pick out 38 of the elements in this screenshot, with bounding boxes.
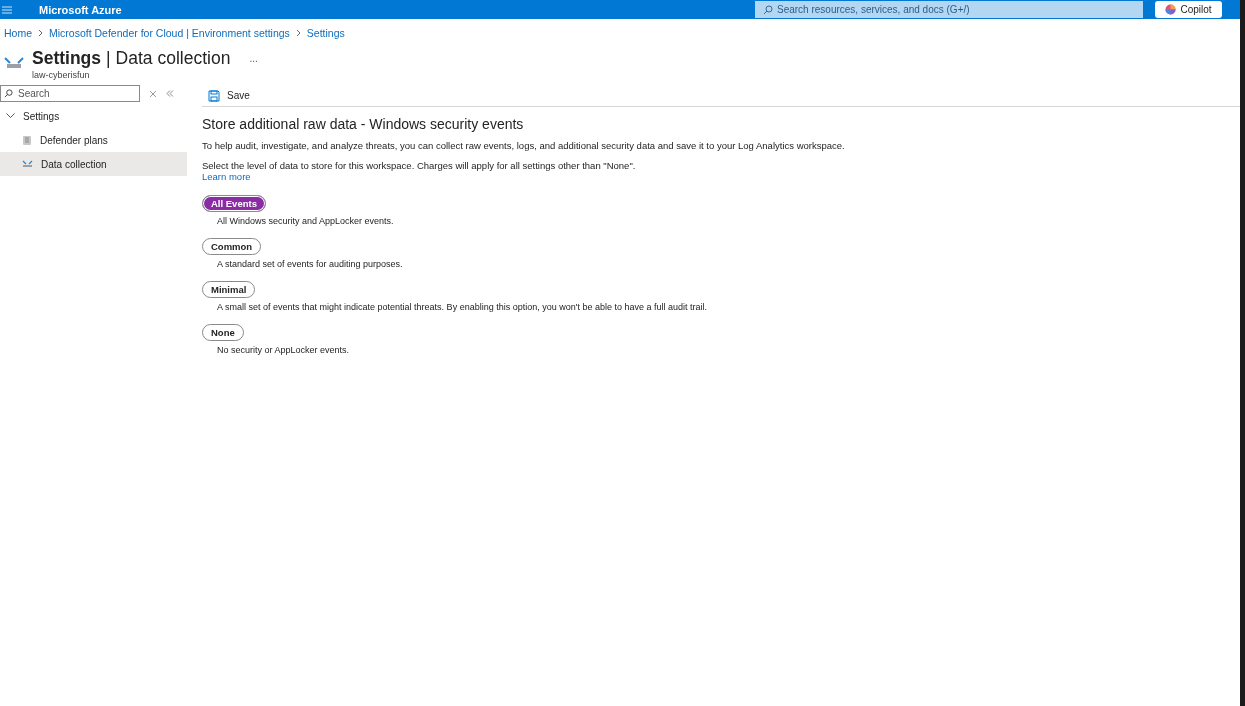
section-heading: Store additional raw data - Windows security events <box>202 116 525 132</box>
search-icon <box>763 5 773 15</box>
save-icon <box>208 89 220 102</box>
option-description: No security or AppLocker events. <box>216 345 351 355</box>
chevron-right-icon <box>295 29 301 37</box>
brand-name[interactable]: Microsoft Azure <box>39 3 755 16</box>
title-separator: | <box>106 47 111 69</box>
workspace-name: law-cyberisfun <box>32 70 91 80</box>
copilot-logo-icon <box>1165 4 1177 15</box>
chevron-right-icon <box>38 29 43 37</box>
data-collection-icon <box>4 56 24 70</box>
chevron-icon <box>6 113 15 119</box>
breadcrumb-link[interactable]: Home <box>4 27 32 39</box>
copilot-button[interactable]: Copilot <box>1155 1 1222 18</box>
sidebar-item[interactable]: Defender plans <box>0 128 187 152</box>
search-icon <box>4 89 13 98</box>
sidebar-item[interactable]: Data collection <box>0 152 187 176</box>
save-button[interactable]: Save <box>202 89 250 102</box>
level-option-button[interactable]: None <box>202 324 244 341</box>
intro-text: To help audit, investigate, and analyze threats, you can collect raw events, logs, and additional security data and save it to your Log Analytics workspace. <box>202 140 846 151</box>
search-field[interactable]: Search <box>0 85 140 102</box>
breadcrumb-link[interactable]: Microsoft Defender for Cloud | Environment settings <box>49 27 290 39</box>
collapse-icon[interactable] <box>166 90 174 97</box>
page-subtitle-heading: Data collection <box>115 47 231 69</box>
instruction-text: Select the level of data to store for this workspace. Charges will apply for all settings other than "None". <box>202 160 637 171</box>
option-description: A small set of events that might indicate potential threats. By enabling this option, you won't be able to have a full audit trail. <box>216 302 708 312</box>
close-icon[interactable] <box>150 90 156 97</box>
page-title: Settings <box>32 47 102 69</box>
breadcrumb-link[interactable]: Settings <box>306 27 345 39</box>
learn-more-link[interactable]: Learn more <box>202 171 251 182</box>
sidebar-group[interactable]: Settings <box>0 104 187 128</box>
menu-icon[interactable] <box>2 5 12 14</box>
level-option-button[interactable]: All Events <box>202 195 266 212</box>
data-collection-icon <box>22 160 33 168</box>
option-description: A standard set of events for auditing purposes. <box>216 259 404 269</box>
global-search-field[interactable]: Search resources, services, and docs (G+/) <box>755 1 1143 18</box>
option-description: All Windows security and AppLocker events. <box>216 216 395 226</box>
more-options-button[interactable]: ... <box>249 52 258 64</box>
